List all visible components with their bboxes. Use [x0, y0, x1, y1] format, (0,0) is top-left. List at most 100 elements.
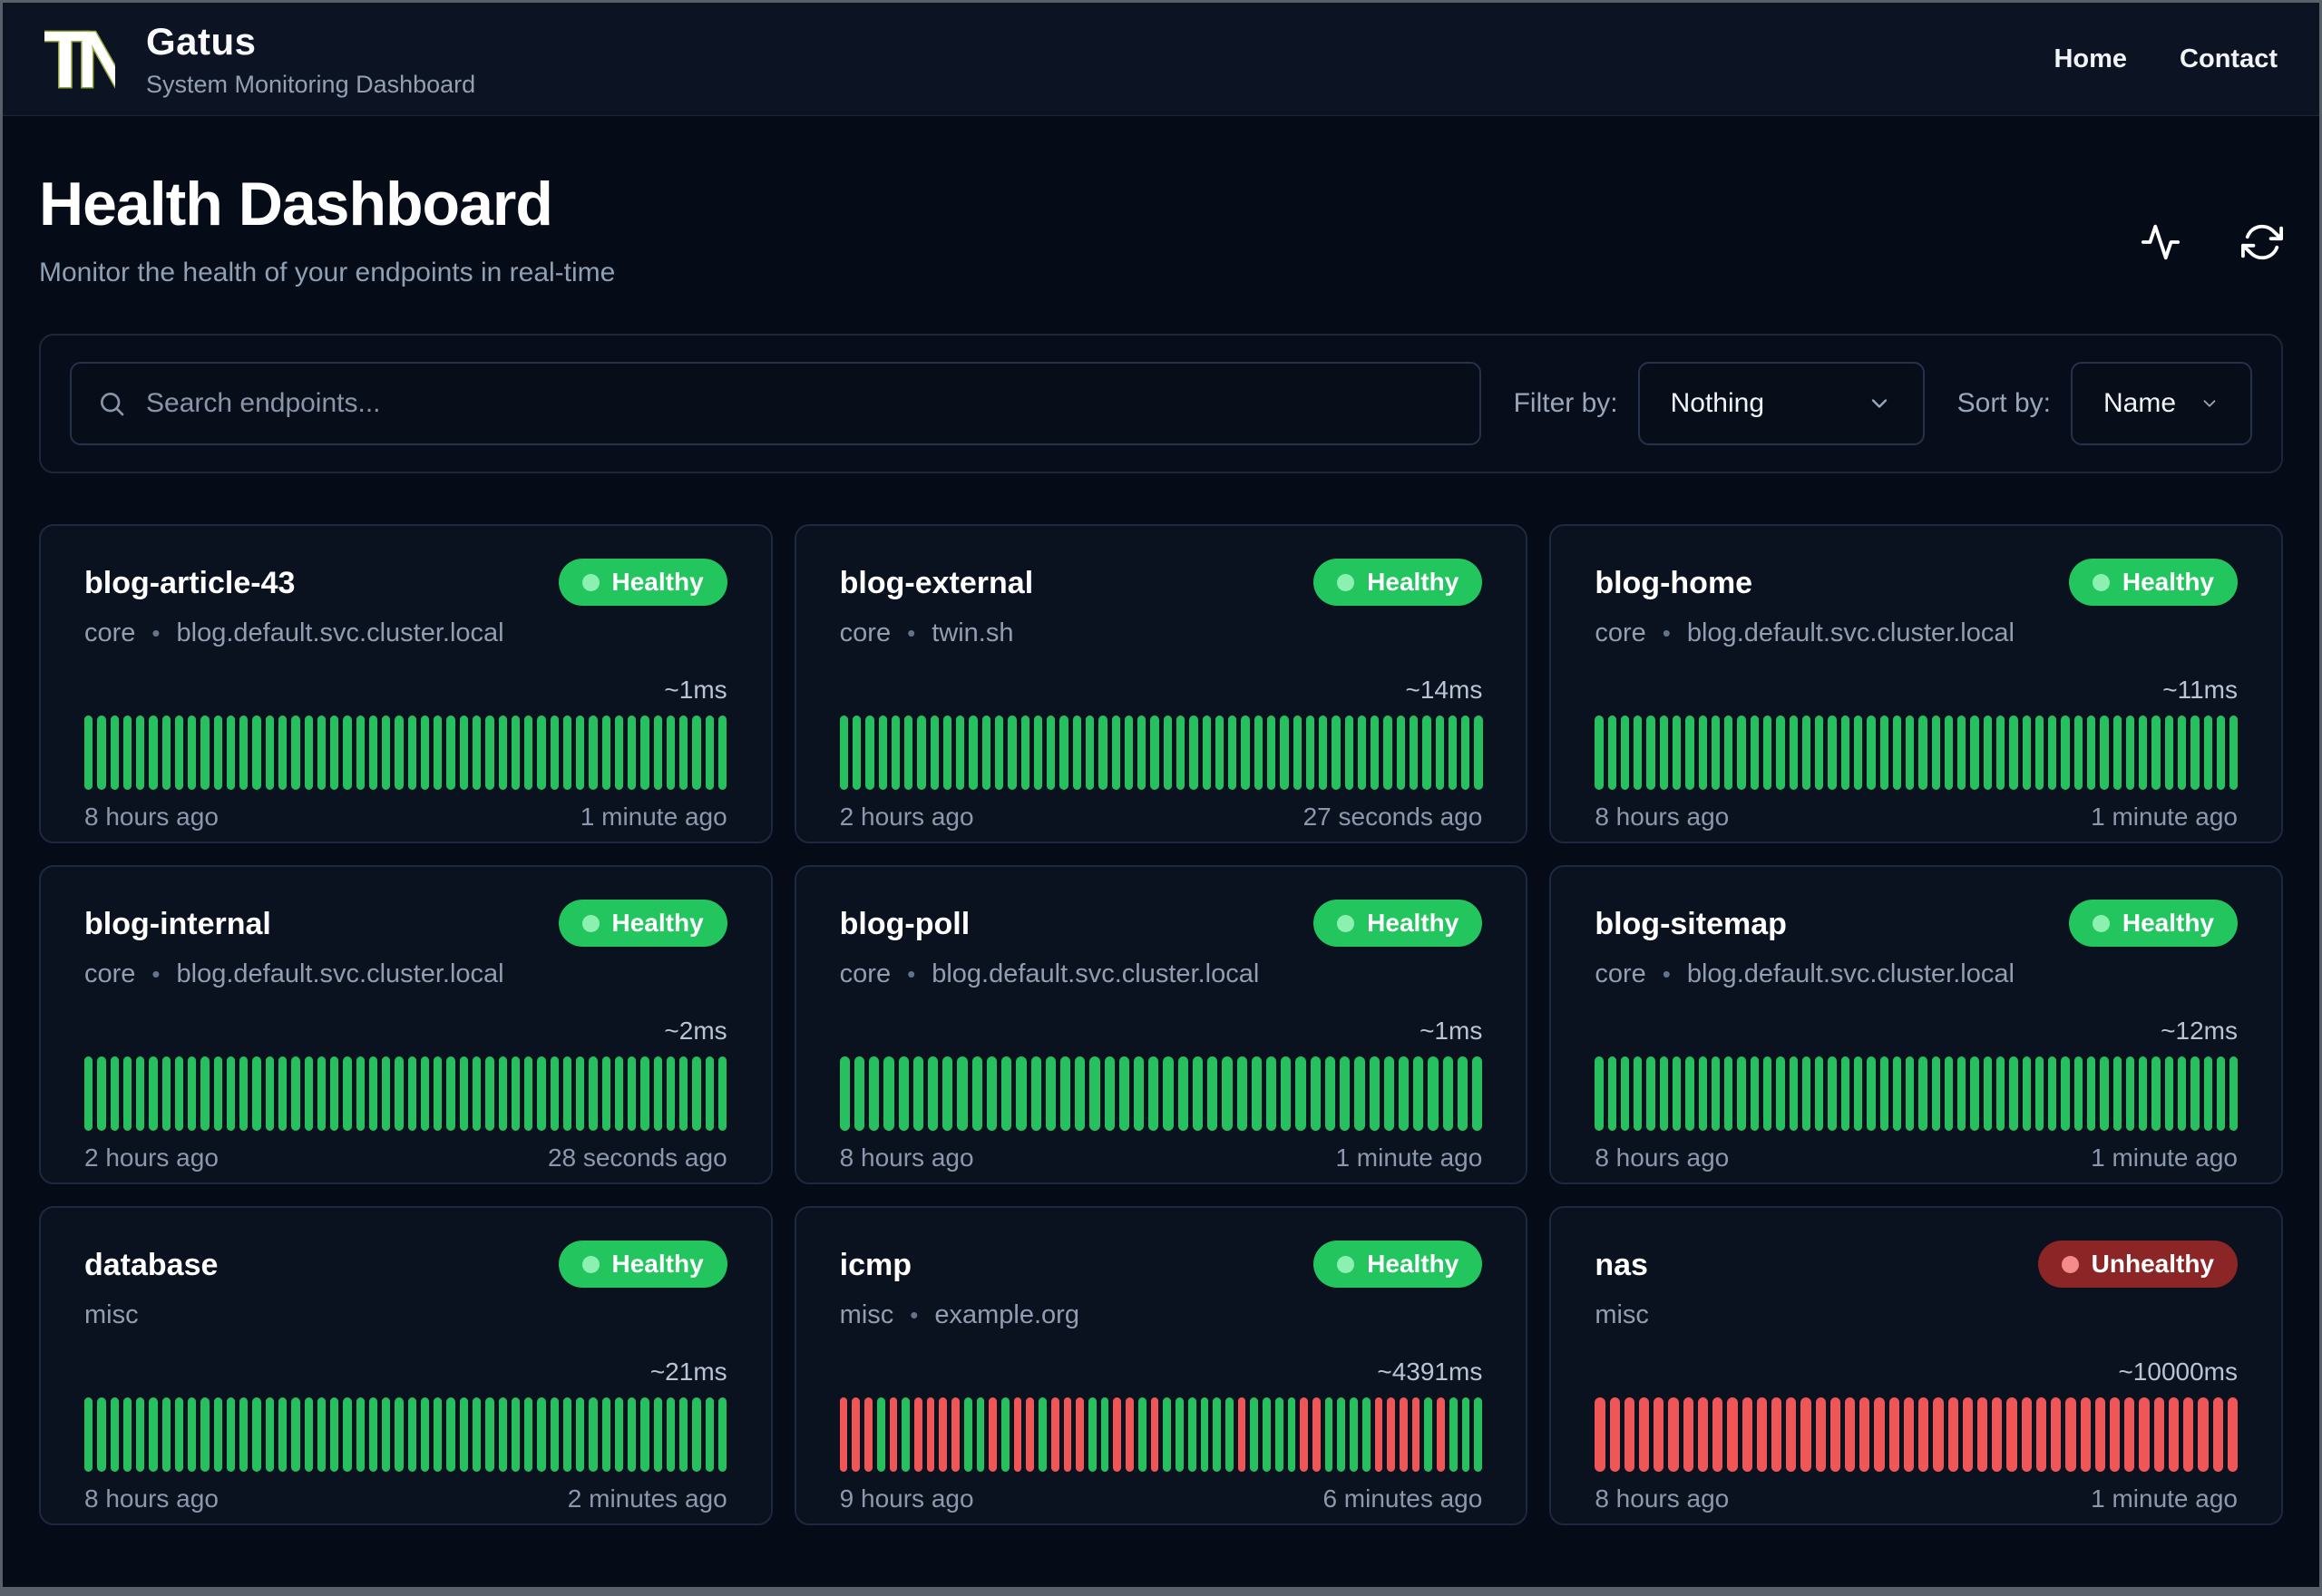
- status-bar-success[interactable]: [614, 1056, 624, 1131]
- status-bar-success[interactable]: [1595, 715, 1604, 790]
- status-bar-success[interactable]: [2073, 715, 2083, 790]
- status-bar-success[interactable]: [1410, 715, 1419, 790]
- status-bar-success[interactable]: [1840, 715, 1849, 790]
- status-bar-success[interactable]: [1295, 1056, 1306, 1131]
- status-bar-success[interactable]: [1213, 1397, 1221, 1472]
- status-bar-success[interactable]: [2151, 715, 2161, 790]
- endpoint-card[interactable]: blog-article-43 Healthy core • blog.defa…: [39, 524, 773, 843]
- status-bar-success[interactable]: [1176, 715, 1185, 790]
- status-bar-failure[interactable]: [1829, 1397, 1841, 1472]
- status-bar-success[interactable]: [1685, 1056, 1694, 1131]
- status-bar-success[interactable]: [1001, 1056, 1012, 1131]
- status-bar-failure[interactable]: [1712, 1397, 1723, 1472]
- status-bar-success[interactable]: [679, 1056, 688, 1131]
- status-bar-success[interactable]: [511, 1056, 521, 1131]
- status-bar-failure[interactable]: [2227, 1397, 2238, 1472]
- status-bar-failure[interactable]: [1933, 1397, 1944, 1472]
- status-bar-success[interactable]: [174, 1056, 184, 1131]
- status-bar-failure[interactable]: [1400, 1397, 1408, 1472]
- status-bar-success[interactable]: [1750, 715, 1759, 790]
- status-bar-success[interactable]: [239, 715, 249, 790]
- status-bar-success[interactable]: [1254, 715, 1263, 790]
- status-bar-success[interactable]: [1200, 1397, 1209, 1472]
- status-bar-success[interactable]: [239, 1397, 249, 1472]
- status-bar-success[interactable]: [2125, 1056, 2135, 1131]
- status-bar-success[interactable]: [839, 1056, 850, 1131]
- nav-link-home[interactable]: Home: [2054, 44, 2127, 74]
- status-bar-failure[interactable]: [1050, 1397, 1059, 1472]
- status-bar-success[interactable]: [692, 1056, 701, 1131]
- status-bar-success[interactable]: [1251, 1056, 1262, 1131]
- status-bar-failure[interactable]: [1609, 1397, 1620, 1472]
- status-bar-success[interactable]: [2022, 715, 2031, 790]
- status-bar-success[interactable]: [1424, 1397, 1433, 1472]
- status-bar-success[interactable]: [1398, 1056, 1410, 1131]
- status-bar-success[interactable]: [640, 1397, 649, 1472]
- status-bar-success[interactable]: [2073, 1056, 2083, 1131]
- status-bar-success[interactable]: [1118, 1056, 1130, 1131]
- endpoint-card[interactable]: nas Unhealthy misc ~10000ms 8 hours ago …: [1549, 1206, 2283, 1525]
- status-bar-success[interactable]: [1001, 1397, 1010, 1472]
- status-bar-success[interactable]: [1620, 1056, 1630, 1131]
- status-bar-success[interactable]: [356, 1397, 365, 1472]
- status-bar-success[interactable]: [576, 715, 585, 790]
- status-bar-success[interactable]: [1189, 715, 1198, 790]
- status-bar-success[interactable]: [1383, 715, 1392, 790]
- status-bar-success[interactable]: [971, 1056, 982, 1131]
- status-bar-failure[interactable]: [1742, 1397, 1752, 1472]
- status-bar-success[interactable]: [1413, 1056, 1424, 1131]
- status-bar-success[interactable]: [265, 1397, 274, 1472]
- status-bar-success[interactable]: [459, 715, 468, 790]
- endpoint-card[interactable]: blog-home Healthy core • blog.default.sv…: [1549, 524, 2283, 843]
- status-bar-success[interactable]: [1361, 1397, 1371, 1472]
- status-bar-success[interactable]: [2087, 1056, 2096, 1131]
- status-bar-success[interactable]: [382, 715, 391, 790]
- search-box[interactable]: [70, 362, 1481, 445]
- status-bar-success[interactable]: [1448, 715, 1458, 790]
- filter-select[interactable]: Nothing: [1637, 362, 1925, 445]
- search-input[interactable]: [146, 388, 1454, 419]
- status-bar-failure[interactable]: [1300, 1397, 1308, 1472]
- status-bar-success[interactable]: [869, 1056, 880, 1131]
- status-bar-success[interactable]: [1344, 715, 1353, 790]
- status-bar-success[interactable]: [498, 715, 507, 790]
- status-bar-success[interactable]: [200, 1397, 210, 1472]
- status-bar-success[interactable]: [136, 715, 145, 790]
- status-bar-success[interactable]: [252, 1397, 261, 1472]
- status-bar-success[interactable]: [1047, 715, 1056, 790]
- status-bar-failure[interactable]: [913, 1397, 922, 1472]
- status-bar-success[interactable]: [1918, 1056, 1927, 1131]
- status-bar-failure[interactable]: [1727, 1397, 1738, 1472]
- status-bar-success[interactable]: [278, 1397, 288, 1472]
- status-bar-failure[interactable]: [1237, 1397, 1246, 1472]
- status-bar-success[interactable]: [628, 1056, 637, 1131]
- status-bar-failure[interactable]: [839, 1397, 848, 1472]
- status-bar-success[interactable]: [878, 715, 887, 790]
- status-bar-success[interactable]: [1124, 715, 1134, 790]
- status-bar-success[interactable]: [1281, 1056, 1292, 1131]
- status-bar-success[interactable]: [1737, 715, 1746, 790]
- status-bar-success[interactable]: [136, 1056, 145, 1131]
- status-bar-failure[interactable]: [1437, 1397, 1445, 1472]
- status-bar-success[interactable]: [876, 1397, 885, 1472]
- refresh-icon[interactable]: [2241, 221, 2283, 263]
- status-bar-success[interactable]: [1449, 1397, 1458, 1472]
- status-bar-success[interactable]: [226, 1397, 236, 1472]
- status-bar-success[interactable]: [188, 715, 197, 790]
- status-bar-success[interactable]: [537, 1397, 546, 1472]
- status-bar-success[interactable]: [291, 1056, 300, 1131]
- status-bar-success[interactable]: [1815, 715, 1824, 790]
- status-bar-success[interactable]: [986, 1056, 998, 1131]
- status-bar-success[interactable]: [576, 1397, 585, 1472]
- status-bar-success[interactable]: [1867, 715, 1876, 790]
- status-bar-success[interactable]: [213, 1056, 222, 1131]
- status-bar-success[interactable]: [382, 1397, 391, 1472]
- status-bar-success[interactable]: [368, 1056, 378, 1131]
- status-bar-success[interactable]: [291, 715, 300, 790]
- status-bar-success[interactable]: [1983, 1056, 1993, 1131]
- nav-link-contact[interactable]: Contact: [2180, 44, 2278, 74]
- status-bar-success[interactable]: [562, 1397, 572, 1472]
- status-bar-success[interactable]: [653, 1397, 662, 1472]
- status-bar-success[interactable]: [110, 1056, 119, 1131]
- status-bar-failure[interactable]: [2109, 1397, 2121, 1472]
